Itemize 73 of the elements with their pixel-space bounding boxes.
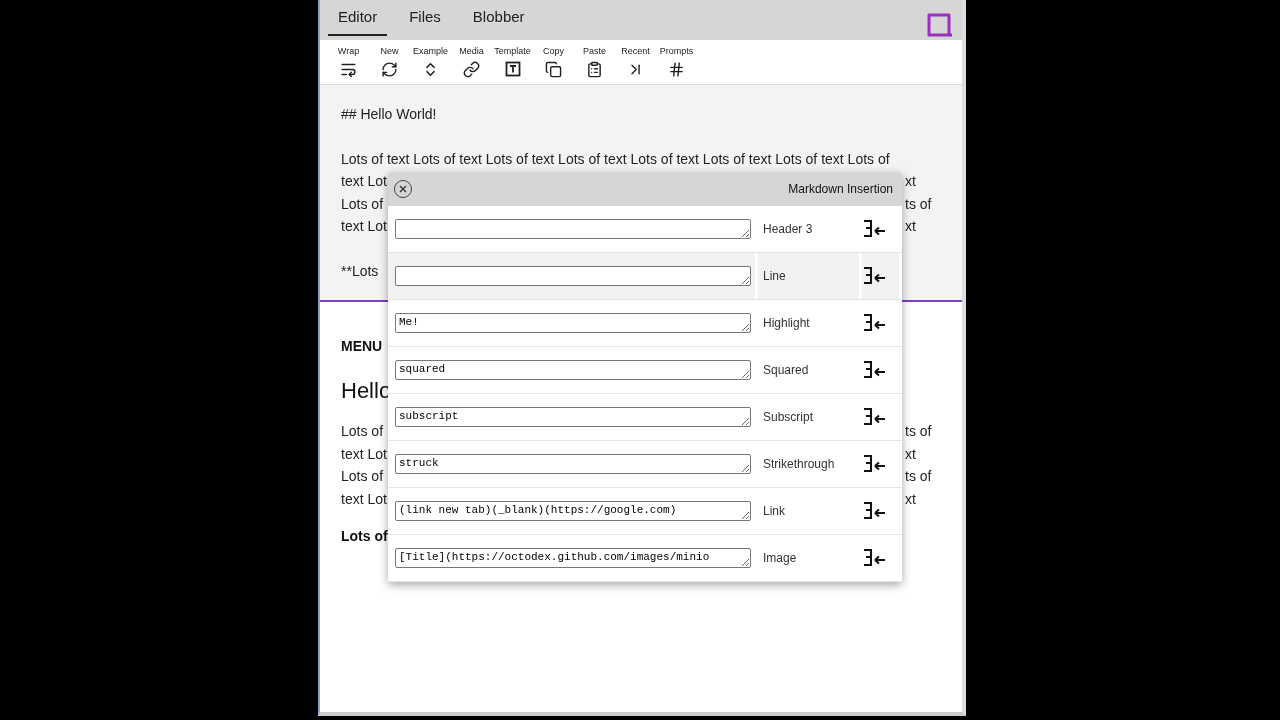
row-label: Line — [762, 269, 786, 283]
text-line: **Lots — [341, 261, 379, 281]
toolbar-button[interactable]: Prompts — [656, 46, 697, 78]
insert-button[interactable] — [862, 266, 886, 286]
text-line: Lots of — [341, 468, 384, 484]
text-line: Lots of text Lots of text Lots of text Lots of text Lots of text Lots of text Lots of text Lots of — [341, 150, 890, 167]
tab[interactable]: Editor — [328, 0, 388, 36]
template-icon — [504, 61, 521, 77]
toolbar-button[interactable]: Example — [410, 46, 451, 78]
text-line: text Lot — [341, 445, 387, 462]
toolbar-icon — [586, 61, 603, 78]
row-label: Squared — [762, 363, 809, 377]
insert-icon — [862, 454, 886, 474]
toolbar-icon — [463, 61, 480, 78]
text-line: text Lot — [341, 218, 387, 234]
markdown-field[interactable] — [395, 266, 751, 286]
insert-icon — [862, 266, 886, 286]
tab[interactable]: Blobber — [462, 0, 535, 36]
dialog-title: Markdown Insertion — [788, 182, 893, 196]
toolbar-icon — [381, 61, 398, 78]
insert-button[interactable] — [862, 360, 886, 380]
text-line: xt — [905, 489, 916, 509]
insert-button[interactable] — [862, 548, 886, 568]
markdown-field[interactable] — [395, 219, 751, 239]
row-label: Header 3 — [762, 222, 813, 236]
toolbar-button[interactable]: Copy — [533, 46, 574, 78]
text-line: xt — [905, 172, 916, 191]
row-label: Subscript — [762, 410, 814, 424]
text-line: ## Hello World! — [341, 105, 437, 124]
markdown-field[interactable]: [Title](https://octodex.github.com/images/minio — [395, 548, 751, 568]
toolbar-button[interactable]: Media — [451, 46, 492, 78]
row-label: Link — [762, 504, 785, 518]
insert-button[interactable] — [862, 501, 886, 521]
toolbar-button[interactable]: New — [369, 46, 410, 78]
insert-button[interactable] — [862, 219, 886, 239]
toolbar-icon — [668, 61, 685, 78]
text-line: Lots of — [341, 528, 389, 544]
text-line: text Lot — [341, 490, 387, 507]
insert-icon — [862, 501, 886, 521]
text-line: Lots of — [341, 423, 384, 439]
insert-icon — [862, 219, 886, 239]
row-label: Image — [762, 551, 797, 565]
text-line: text Lot — [341, 173, 387, 189]
text-line: Lots of — [341, 195, 384, 212]
insert-icon — [862, 407, 886, 427]
markdown-field[interactable]: Me! — [395, 313, 751, 333]
close-icon — [399, 185, 407, 193]
toolbar-button[interactable]: Wrap — [328, 46, 369, 78]
insert-button[interactable] — [862, 313, 886, 333]
square-logo-icon — [926, 12, 954, 38]
markdown-field[interactable]: struck — [395, 454, 751, 474]
tab[interactable]: Files — [399, 0, 451, 36]
toolbar-button[interactable]: Recent — [615, 46, 656, 78]
toolbar-icon — [545, 61, 562, 78]
markdown-field[interactable]: (link new tab)(_blank)(https://google.com) — [395, 501, 751, 521]
toolbar-button[interactable]: Paste — [574, 46, 615, 78]
insert-icon — [862, 548, 886, 568]
markdown-field[interactable]: subscript — [395, 407, 751, 427]
text-line: xt — [905, 444, 916, 464]
text-line: ts of — [905, 194, 932, 214]
text-line: xt — [905, 217, 916, 236]
text-line: ts of — [905, 422, 932, 441]
insert-button[interactable] — [862, 407, 886, 427]
row-label: Highlight — [762, 316, 810, 330]
insert-button[interactable] — [862, 454, 886, 474]
toolbar-icon — [340, 61, 357, 78]
insert-icon — [862, 360, 886, 380]
markdown-field[interactable]: squared — [395, 360, 751, 380]
insert-icon — [862, 313, 886, 333]
menu-text: MENU — [341, 338, 384, 354]
toolbar-button[interactable]: Template — [492, 46, 533, 78]
row-label: Strikethrough — [762, 457, 835, 471]
text-line: ts of — [905, 467, 932, 486]
